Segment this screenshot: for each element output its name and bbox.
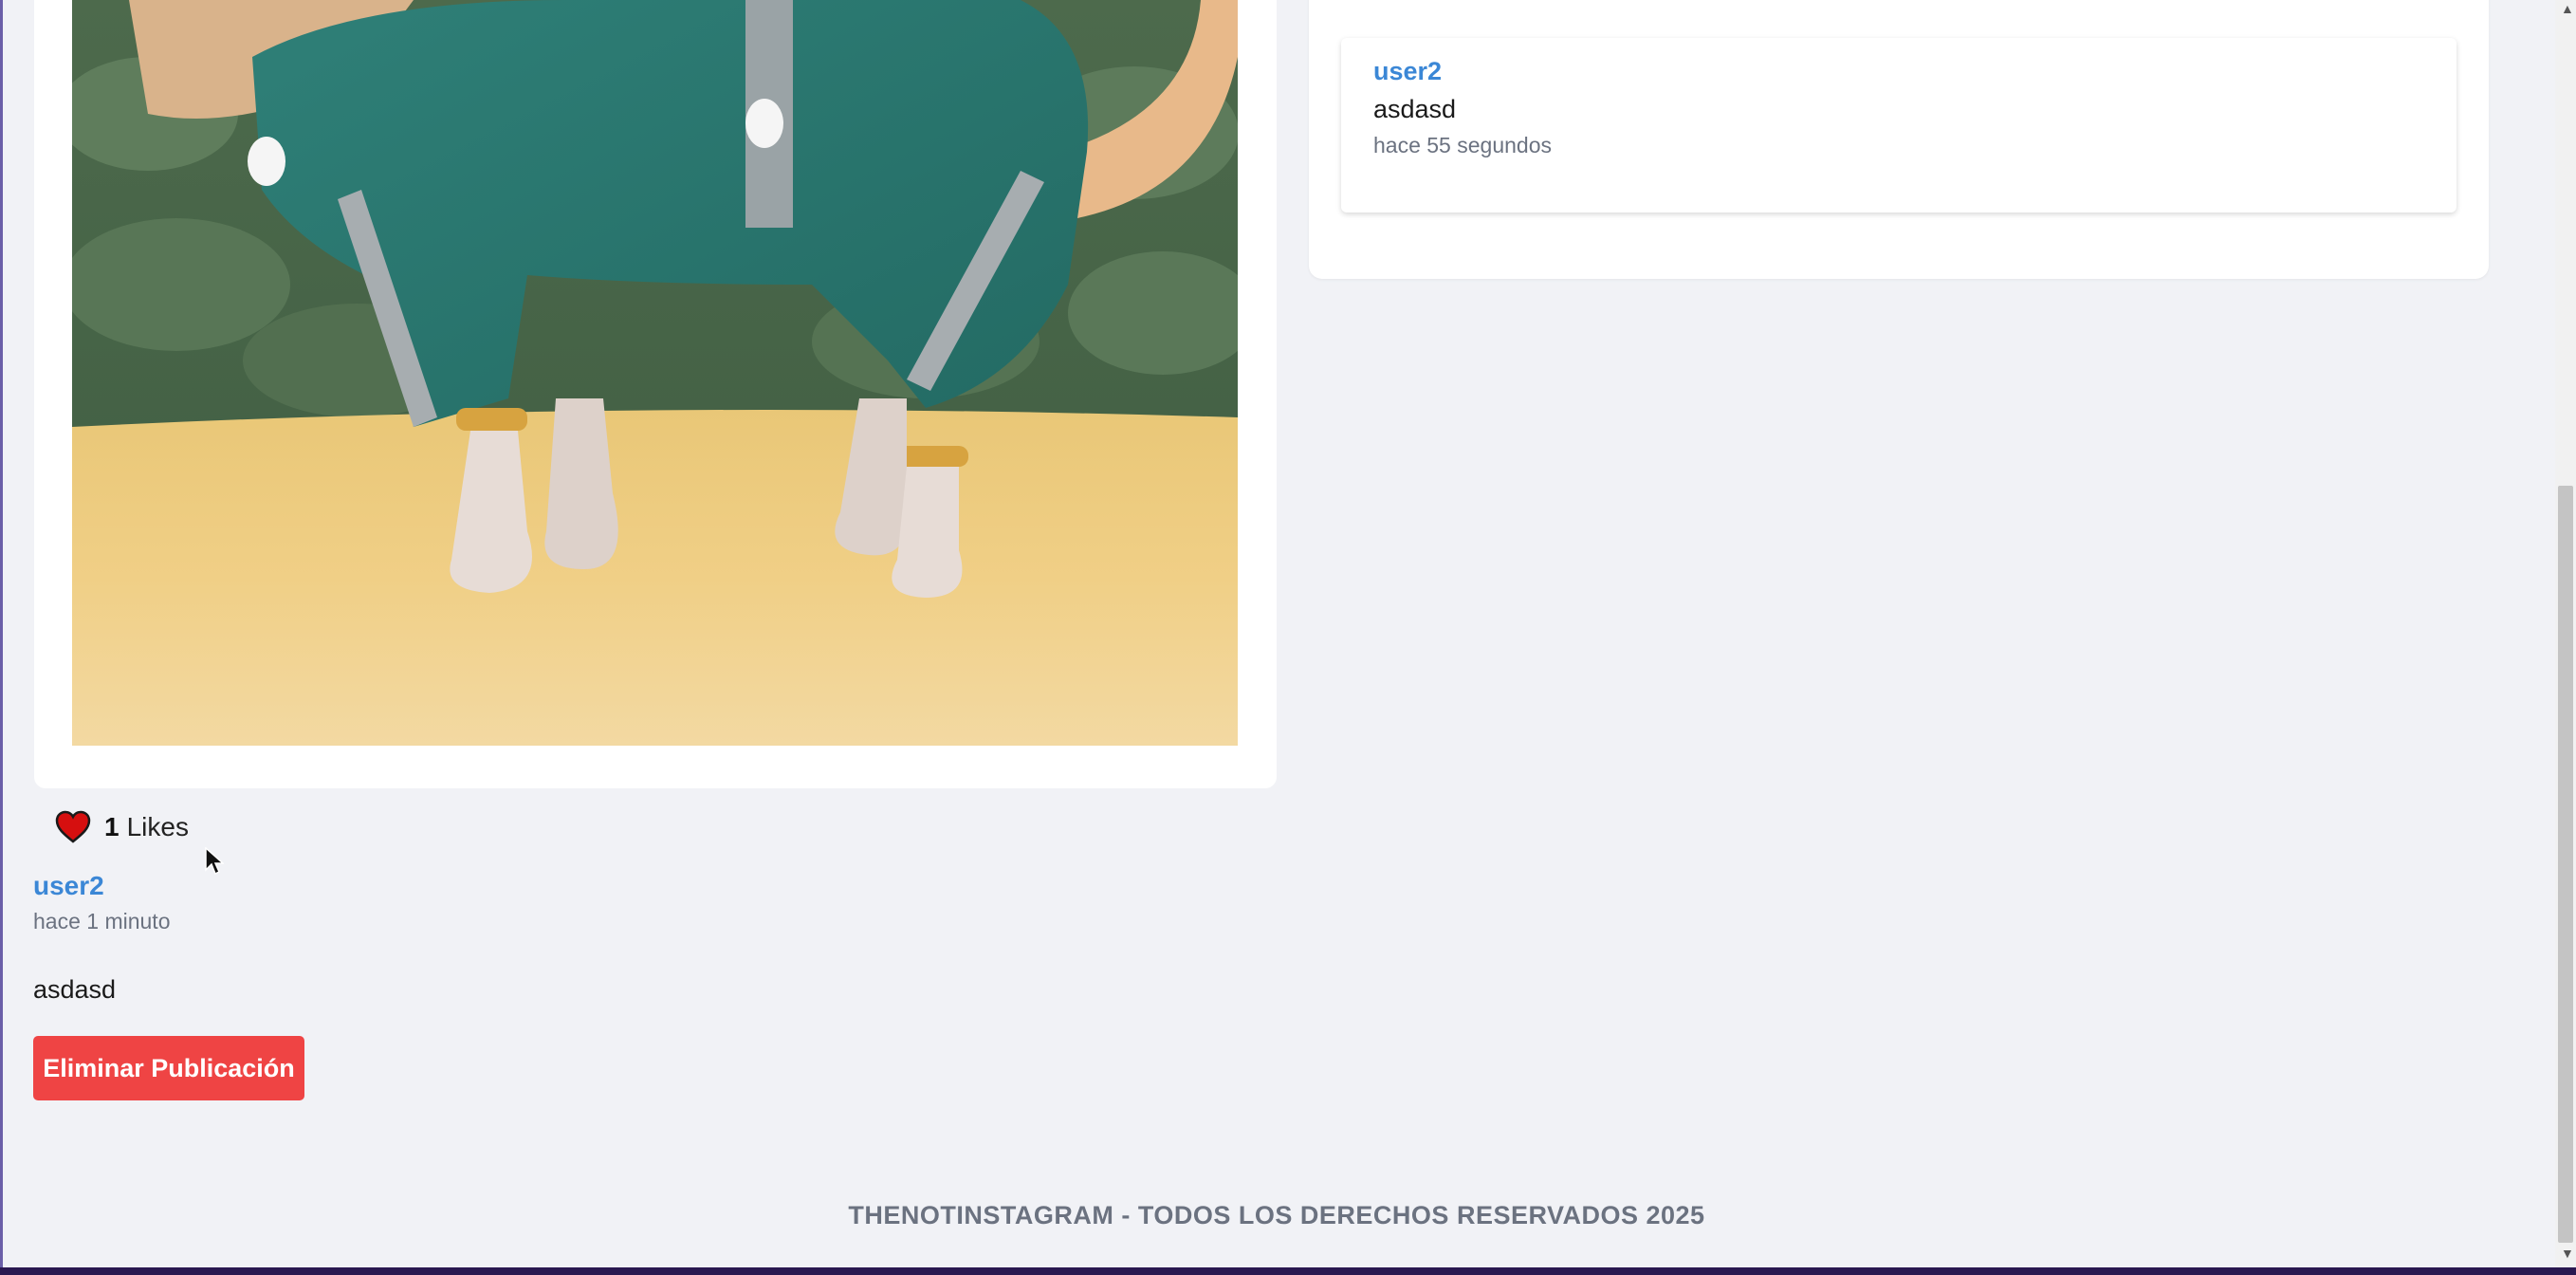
delete-post-button[interactable]: Eliminar Publicación	[33, 1036, 304, 1100]
likes-row: 1 Likes	[55, 808, 189, 846]
window-frame-bottom	[0, 1267, 2576, 1275]
comment-author-link[interactable]: user2	[1373, 57, 1442, 86]
likes-label: Likes	[126, 812, 189, 841]
post-caption: asdasd	[33, 975, 117, 1004]
scroll-down-arrow-icon[interactable]: ▼	[2561, 1247, 2574, 1260]
mouse-pointer-icon	[205, 846, 225, 876]
scroll-up-arrow-icon[interactable]: ▲	[2561, 2, 2574, 15]
post-author-link[interactable]: user2	[33, 871, 104, 901]
comment-text: asdasd	[1373, 95, 1457, 123]
heart-icon[interactable]	[55, 810, 91, 844]
comment-card: user2 asdasd hace 55 segundos	[1341, 38, 2456, 212]
likes-count: 1	[104, 812, 120, 841]
post-timestamp: hace 1 minuto	[33, 909, 171, 933]
window-frame-left	[0, 0, 3, 1275]
scrollbar-thumb[interactable]	[2558, 486, 2573, 1243]
comments-panel: user2 asdasd hace 55 segundos	[1309, 0, 2489, 279]
post-image	[72, 0, 1238, 746]
comment-timestamp: hace 55 segundos	[1373, 133, 1552, 157]
post-image-card	[34, 0, 1277, 788]
page-footer: THENOTINSTAGRAM - TODOS LOS DERECHOS RES…	[848, 1201, 1705, 1229]
